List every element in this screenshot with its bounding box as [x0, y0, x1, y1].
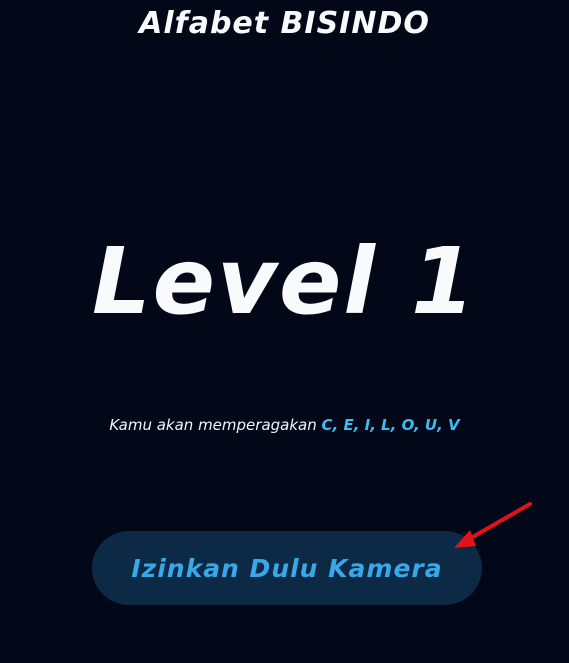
app-title: Alfabet BISINDO [139, 6, 430, 41]
allow-camera-button[interactable]: Izinkan Dulu Kamera [92, 531, 482, 605]
instructions-prefix: Kamu akan memperagakan [109, 416, 317, 434]
allow-camera-button-label: Izinkan Dulu Kamera [131, 553, 443, 583]
level-instructions: Kamu akan memperagakan C, E, I, L, O, U,… [0, 416, 569, 434]
level-title: Level 1 [92, 228, 477, 335]
red-arrow-icon [454, 502, 532, 548]
instructions-letters: C, E, I, L, O, U, V [321, 416, 460, 434]
